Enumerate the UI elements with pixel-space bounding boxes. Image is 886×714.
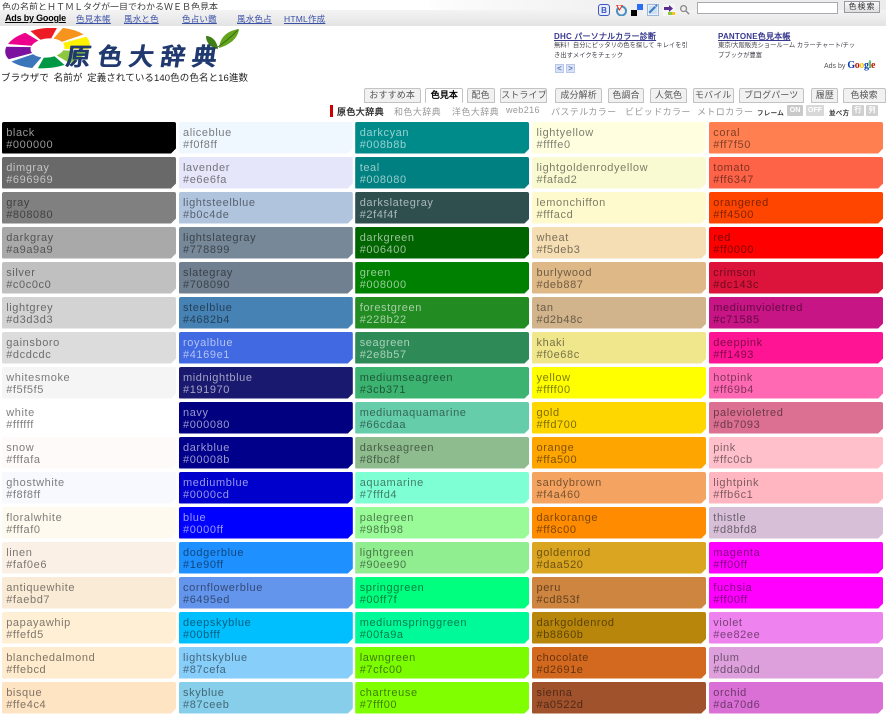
svg-text:B: B xyxy=(601,6,607,15)
